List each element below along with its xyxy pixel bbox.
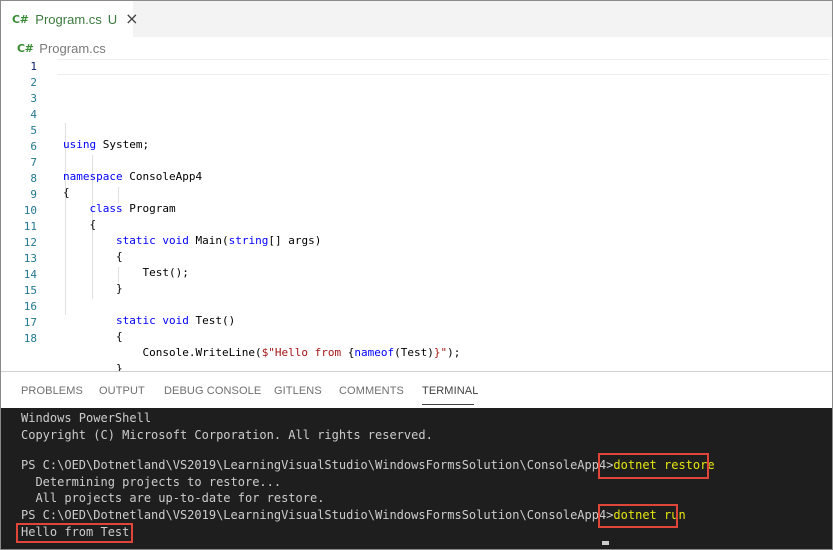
active-tab-indicator: [422, 404, 474, 405]
terminal-prompt: PS C:\OED\Dotnetland\VS2019\LearningVisu…: [21, 458, 614, 472]
code-line: }: [63, 281, 460, 297]
line-number: 17: [23, 316, 37, 329]
line-number: 16: [23, 300, 37, 313]
code-token: Console.WriteLine(: [63, 346, 262, 359]
panel-tab-bar: PROBLEMS OUTPUT DEBUG CONSOLE GITLENS CO…: [1, 372, 832, 408]
line-number: 9: [30, 188, 37, 201]
terminal-command-line: PS C:\OED\Dotnetland\VS2019\LearningVisu…: [21, 507, 686, 523]
code-line: Test();: [63, 265, 460, 281]
code-token: nameof: [354, 346, 395, 359]
code-line: Console.WriteLine($"Hello from {nameof(T…: [63, 345, 460, 361]
tab-debug-console[interactable]: DEBUG CONSOLE: [164, 385, 261, 397]
line-number: 4: [30, 108, 37, 121]
untracked-badge: U: [107, 11, 118, 27]
line-number: 3: [30, 92, 37, 105]
tab-program-cs[interactable]: C# Program.cs U ×: [1, 1, 139, 37]
terminal-output: All projects are up-to-date for restore.: [21, 491, 325, 505]
close-icon[interactable]: ×: [125, 11, 138, 27]
terminal-panel[interactable]: Windows PowerShell Copyright (C) Microso…: [1, 408, 832, 549]
line-number: 7: [30, 156, 37, 169]
tab-problems[interactable]: PROBLEMS: [21, 385, 83, 397]
code-token: );: [447, 346, 461, 359]
code-line: {: [63, 329, 460, 345]
tab-gitlens[interactable]: GITLENS: [274, 385, 322, 397]
line-number: 11: [23, 220, 37, 233]
highlight-box-result: [16, 523, 133, 543]
code-token: System;: [96, 138, 150, 151]
line-number: 18: [23, 332, 37, 345]
highlight-box-run: [598, 504, 678, 528]
code-token: $"Hello from: [261, 346, 348, 359]
code-token: {: [63, 186, 70, 199]
code-token: {: [63, 250, 123, 263]
terminal-header: Windows PowerShell: [21, 411, 152, 425]
code-line: {: [63, 217, 460, 233]
code-token: void: [162, 234, 189, 247]
code-token: }: [433, 346, 441, 359]
csharp-file-icon: C#: [12, 12, 29, 26]
code-token: class: [89, 202, 123, 215]
tab-output[interactable]: OUTPUT: [99, 385, 145, 397]
terminal-cursor: [602, 541, 609, 545]
code-token: [] args): [268, 234, 322, 247]
code-line: class Program: [63, 201, 460, 217]
code-line: static void Main(string[] args): [63, 233, 460, 249]
tab-title: Program.cs: [35, 11, 102, 27]
code-token: {: [63, 330, 123, 343]
terminal-output: Determining projects to restore...: [21, 475, 282, 489]
terminal-prompt: PS C:\OED\Dotnetland\VS2019\LearningVisu…: [21, 508, 614, 522]
code-token: static: [115, 234, 156, 247]
line-number: 2: [30, 76, 37, 89]
line-number: 5: [30, 124, 37, 137]
highlight-box-restore: [598, 453, 709, 479]
code-line: ​: [63, 153, 460, 169]
line-number: 8: [30, 172, 37, 185]
code-token: Test(): [188, 314, 236, 327]
tab-comments[interactable]: COMMENTS: [339, 385, 404, 397]
vscode-window: C# Program.cs U × C# Program.cs 12345678…: [0, 0, 833, 550]
breadcrumb-file[interactable]: Program.cs: [39, 41, 105, 56]
code-token: using: [63, 138, 97, 151]
line-number: 10: [23, 204, 37, 217]
code-token: Test();: [63, 266, 189, 279]
breadcrumb: C# Program.cs: [1, 37, 832, 59]
line-number: 6: [30, 140, 37, 153]
editor-tab-bar: C# Program.cs U ×: [1, 1, 832, 37]
code-token: void: [162, 314, 189, 327]
code-token: (Test): [394, 346, 434, 359]
code-token: Program: [122, 202, 176, 215]
code-token: Main(: [188, 234, 229, 247]
line-number: 1: [30, 60, 37, 73]
csharp-file-icon: C#: [17, 41, 34, 55]
code-token: }: [63, 282, 123, 295]
code-line: {: [63, 249, 460, 265]
terminal-copyright: Copyright (C) Microsoft Corporation. All…: [21, 428, 433, 442]
code-line: {: [63, 185, 460, 201]
tab-terminal[interactable]: TERMINAL: [422, 385, 478, 397]
line-number: 15: [23, 284, 37, 297]
line-number: 14: [23, 268, 37, 281]
code-line: ​: [63, 297, 460, 313]
code-line: static void Test(): [63, 313, 460, 329]
code-token: static: [115, 314, 156, 327]
code-token: ConsoleApp4: [122, 170, 203, 183]
line-number-gutter: 1 2 3 4 5 6 7 8 9 10 11 12 13 14 15 16 17 18: [1, 59, 37, 347]
code-token: namespace: [63, 170, 123, 183]
code-line: namespace ConsoleApp4: [63, 169, 460, 185]
code-line: using System;: [63, 137, 460, 153]
code-editor[interactable]: 1 2 3 4 5 6 7 8 9 10 11 12 13 14 15 16 17 18 using System…: [1, 59, 832, 407]
line-number: 12: [23, 236, 37, 249]
code-token: string: [228, 234, 269, 247]
line-number: 13: [23, 252, 37, 265]
code-token: {: [63, 218, 97, 231]
